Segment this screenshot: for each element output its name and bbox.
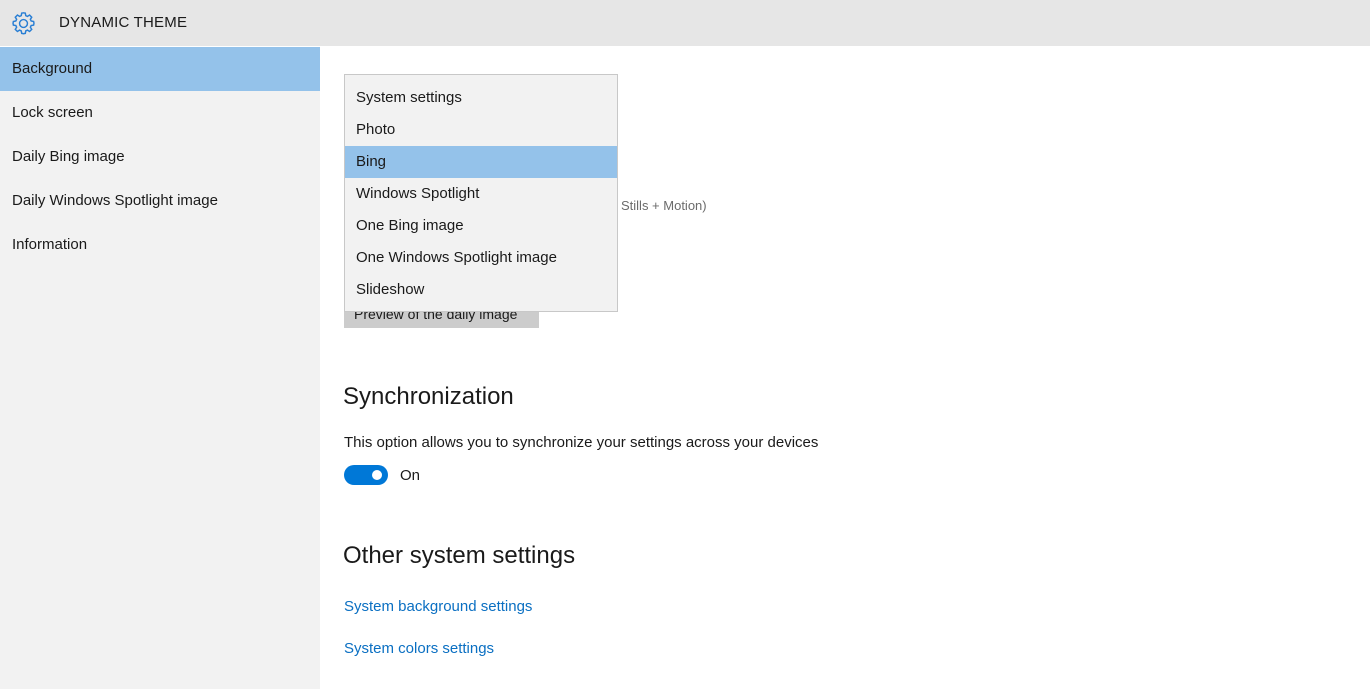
dropdown-option-photo[interactable]: Photo (345, 114, 617, 146)
dropdown-option-one-bing-image[interactable]: One Bing image (345, 210, 617, 242)
dropdown-option-bing[interactable]: Bing (345, 146, 617, 178)
sidebar: Background Lock screen Daily Bing image … (0, 47, 320, 689)
system-background-settings-link[interactable]: System background settings (344, 598, 532, 615)
system-colors-settings-link[interactable]: System colors settings (344, 640, 494, 657)
synchronization-description: This option allows you to synchronize yo… (344, 434, 819, 451)
toggle-knob (372, 470, 382, 480)
other-system-settings-heading: Other system settings (343, 542, 576, 569)
main-content: Stills + Motion) Preview of the daily im… (320, 47, 1370, 689)
dropdown-option-one-windows-spotlight-image[interactable]: One Windows Spotlight image (345, 242, 617, 274)
synchronization-toggle[interactable] (344, 465, 388, 485)
sidebar-item-daily-windows-spotlight-image[interactable]: Daily Windows Spotlight image (0, 179, 320, 223)
dropdown-option-system-settings[interactable]: System settings (345, 82, 617, 114)
synchronization-toggle-label: On (400, 467, 421, 484)
dropdown-option-windows-spotlight[interactable]: Windows Spotlight (345, 178, 617, 210)
dropdown-option-slideshow[interactable]: Slideshow (345, 274, 617, 306)
sidebar-item-lock-screen[interactable]: Lock screen (0, 91, 320, 135)
sidebar-item-daily-bing-image[interactable]: Daily Bing image (0, 135, 320, 179)
title-bar: DYNAMIC THEME (0, 0, 1370, 46)
partial-option-text: Stills + Motion) (621, 198, 707, 213)
app-title: DYNAMIC THEME (59, 14, 188, 31)
sidebar-item-information[interactable]: Information (0, 223, 320, 267)
gear-icon (12, 12, 35, 35)
synchronization-heading: Synchronization (343, 383, 514, 410)
background-source-dropdown-list[interactable]: System settings Photo Bing Windows Spotl… (344, 74, 618, 312)
sidebar-item-background[interactable]: Background (0, 47, 320, 91)
